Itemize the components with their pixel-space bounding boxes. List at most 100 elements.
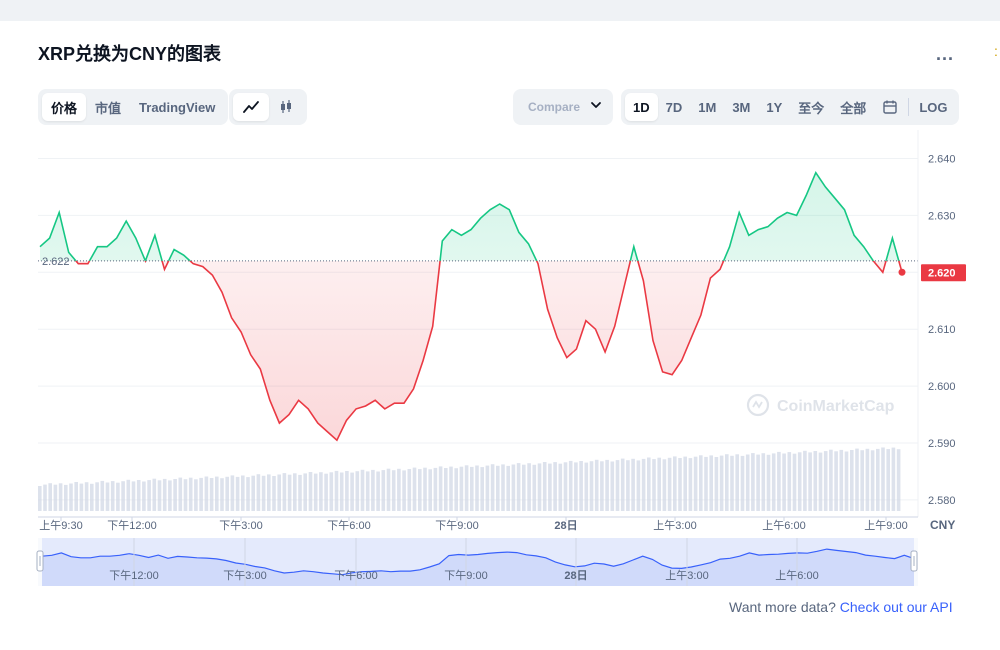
volume-bar <box>256 474 261 511</box>
x-tick-label: 上午6:00 <box>762 519 805 532</box>
volume-bar <box>594 459 599 511</box>
volume-bar <box>433 467 438 511</box>
y-tick-label: 2.630 <box>928 210 956 222</box>
volume-bar <box>142 481 146 511</box>
volume-bar <box>100 480 105 511</box>
volume-bar <box>527 463 531 511</box>
volume-bar <box>855 448 859 511</box>
volume-bar <box>350 472 354 511</box>
volume-bar <box>501 464 505 511</box>
volume-bar <box>319 472 323 511</box>
y-tick-label: 2.590 <box>928 438 956 450</box>
volume-bar <box>365 471 370 511</box>
volume-bar <box>152 478 157 511</box>
volume-bar <box>506 465 510 511</box>
volume-bar <box>667 457 672 511</box>
y-axis: 2.640 2.630 2.620 2.610 2.600 2.590 2.580 <box>917 130 956 517</box>
navigator-tick-label: 上午3:00 <box>665 569 708 582</box>
volume-bar <box>771 453 776 511</box>
volume-bar <box>215 476 219 511</box>
volume-bar <box>423 467 427 511</box>
volume-bar <box>391 470 396 511</box>
volume-bar <box>43 484 47 511</box>
volume-bar <box>860 450 864 511</box>
volume-bar <box>209 478 214 511</box>
volume-bar <box>584 462 589 511</box>
navigator-tick-label: 28日 <box>564 569 587 582</box>
volume-bar <box>589 461 594 511</box>
api-link[interactable]: Check out our API <box>840 599 953 615</box>
volume-bar <box>673 456 677 511</box>
volume-bar <box>745 454 750 511</box>
volume-bar <box>579 461 583 511</box>
volume-bar <box>438 466 443 511</box>
volume-bar <box>334 470 339 511</box>
volume-bar <box>277 474 281 511</box>
volume-bar <box>272 476 276 511</box>
navigator-tick-label: 下午12:00 <box>109 569 159 582</box>
volume-bar <box>360 469 365 511</box>
volume-bar <box>282 473 287 511</box>
volume-bar <box>48 483 52 511</box>
chart-gridlines <box>38 157 918 501</box>
volume-bar <box>355 471 360 511</box>
volume-bar <box>699 455 703 511</box>
volume-bar <box>74 482 78 511</box>
x-tick-label: 上午3:00 <box>653 519 696 532</box>
volume-bar <box>683 456 687 511</box>
volume-bar <box>735 454 739 511</box>
volume-bar <box>241 475 245 511</box>
volume-bar <box>714 457 719 511</box>
volume-bar <box>485 465 490 511</box>
volume-bar <box>522 464 526 511</box>
area-above-open <box>40 172 899 261</box>
volume-bar <box>657 457 661 511</box>
volume-bar <box>610 461 615 511</box>
volume-bar <box>839 449 844 511</box>
volume-bar <box>850 450 854 511</box>
volume-bar <box>287 474 292 511</box>
volume-bar <box>818 452 823 511</box>
volume-bar <box>178 477 183 511</box>
volume-bar <box>548 463 552 511</box>
volume-bar <box>261 475 266 511</box>
volume-bar <box>157 480 162 511</box>
y-tick-label: 2.580 <box>928 495 956 507</box>
last-price-dot <box>898 268 906 276</box>
y-tick-label: 2.640 <box>928 153 956 165</box>
volume-bar <box>844 451 849 511</box>
volume-bar <box>751 453 755 511</box>
volume-bar <box>553 462 557 511</box>
volume-bar <box>162 478 167 511</box>
volume-bar <box>574 462 578 511</box>
open-price-label: 2.622 <box>42 256 70 268</box>
volume-bar <box>251 475 255 511</box>
volume-bar <box>870 450 875 511</box>
navigator-tick-label: 下午6:00 <box>334 569 377 582</box>
volume-bar <box>69 483 73 511</box>
volume-bar <box>470 466 474 511</box>
volume-bar <box>834 451 838 511</box>
volume-bar <box>381 470 386 511</box>
navigator-tick-label: 下午3:00 <box>223 569 266 582</box>
coinmarketcap-logo-wave <box>752 400 763 409</box>
footer-note: Want more data? Check out our API <box>729 599 953 615</box>
volume-bar <box>84 482 89 511</box>
volume-bar <box>876 448 880 511</box>
volume-bar <box>647 457 651 511</box>
currency-label: CNY <box>930 518 955 532</box>
volume-bar <box>740 455 745 511</box>
volume-bar <box>95 482 99 511</box>
volume-bar <box>58 483 63 511</box>
volume-bar <box>308 472 313 511</box>
footer-text: Want more data? <box>729 599 836 615</box>
volume-bar <box>147 480 151 511</box>
volume-bar <box>782 453 786 511</box>
volume-bar <box>90 483 94 511</box>
navigator-tick-label: 下午9:00 <box>444 569 487 582</box>
volume-bar <box>730 455 734 511</box>
volume-bar <box>480 467 484 511</box>
volume-bar <box>121 481 125 511</box>
volume-bar <box>605 459 609 511</box>
volume-bar <box>136 480 141 511</box>
